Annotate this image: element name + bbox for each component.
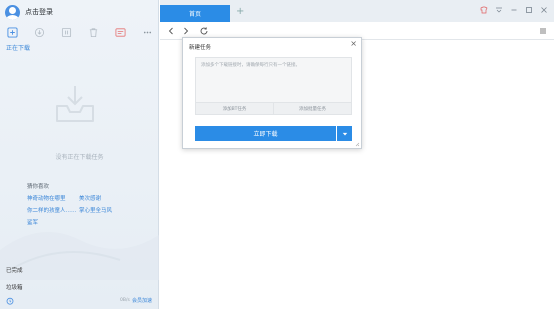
menu-dropdown-icon [496,7,502,13]
vip-accelerate-link[interactable]: 会员加速 [132,297,152,304]
maximize-icon [526,7,532,13]
nav-trash[interactable]: 垃圾箱 [6,283,23,291]
avatar[interactable] [5,4,20,20]
task-type-buttons: 添加BT任务 添加批量任务 [196,102,351,114]
recommend-link[interactable]: 掌心里全马风 [79,206,112,214]
url-input-area[interactable]: 添加多个下载链接时，请确保每行只有一个链接。 添加BT任务 添加批量任务 [195,57,352,115]
start-button[interactable] [33,26,45,38]
add-batch-task-button[interactable]: 添加批量任务 [273,103,351,114]
more-button[interactable] [142,26,154,38]
dialog-close-icon[interactable]: × [350,40,357,48]
recommend-link[interactable]: 你二样的孩童人…… [27,206,77,214]
download-speed: 0B/s [120,298,130,303]
nav-completed[interactable]: 已完成 [6,266,23,274]
recommend-link[interactable]: 鲨军 [27,218,38,226]
download-toolbar [6,25,154,39]
status-bar: 0B/s 会员加速 [0,294,159,309]
tab-home[interactable]: 首页 [160,5,230,22]
tab-downloading[interactable]: 正在下载 [6,43,30,52]
menu-dropdown-button[interactable] [495,6,503,14]
login-label[interactable]: 点击登录 [25,7,53,17]
skin-icon [480,6,488,14]
empty-state-text: 没有正在下载任务 [55,154,104,161]
delete-button[interactable] [88,26,100,38]
clock-icon[interactable] [6,297,14,305]
tab-bar: 首页 + [160,0,554,22]
hamburger-menu-icon[interactable] [538,26,548,36]
dialog-title: 新建任务 [189,45,212,51]
pause-icon [61,27,71,37]
chevron-down-icon [342,132,347,135]
recommend-link[interactable]: 神奇动物在哪里 [27,194,66,202]
maximize-button[interactable] [525,6,533,14]
watermark-decoration [0,232,159,280]
offline-button[interactable] [115,26,127,38]
more-icon [144,31,152,33]
add-task-icon [6,26,18,38]
refresh-icon[interactable] [199,26,209,36]
new-task-dialog: 新建任务 × 添加多个下载链接时，请确保每行只有一个链接。 添加BT任务 添加批… [182,37,362,149]
offline-icon [115,27,126,37]
close-button[interactable] [540,6,548,14]
forward-arrow-icon[interactable] [181,26,191,36]
close-icon [541,7,547,13]
sidebar: 点击登录 正在下载 没有正在下载任务 猜你喜欢 神奇动物在哪里 美次感谢 你二样 [0,0,159,309]
download-options-dropdown[interactable] [337,126,352,141]
back-arrow-icon[interactable] [166,26,176,36]
login-area[interactable]: 点击登录 [5,4,53,20]
minimize-icon [511,9,517,11]
empty-inbox-icon [56,86,94,122]
window-controls [480,4,548,16]
minimize-button[interactable] [510,6,518,14]
add-bt-task-button[interactable]: 添加BT任务 [196,103,273,114]
resize-grip-icon[interactable] [355,142,360,147]
new-task-button[interactable] [6,26,18,38]
download-icon [34,27,44,37]
download-now-button[interactable]: 立即下载 [195,126,336,141]
trash-icon [89,27,98,37]
skin-button[interactable] [480,6,488,14]
pause-button[interactable] [60,26,72,38]
recommend-title: 猜你喜欢 [27,184,50,190]
new-tab-button[interactable]: + [236,7,244,17]
recommend-link[interactable]: 美次感谢 [79,194,101,202]
url-input-placeholder: 添加多个下载链接时，请确保每行只有一个链接。 [201,63,300,68]
